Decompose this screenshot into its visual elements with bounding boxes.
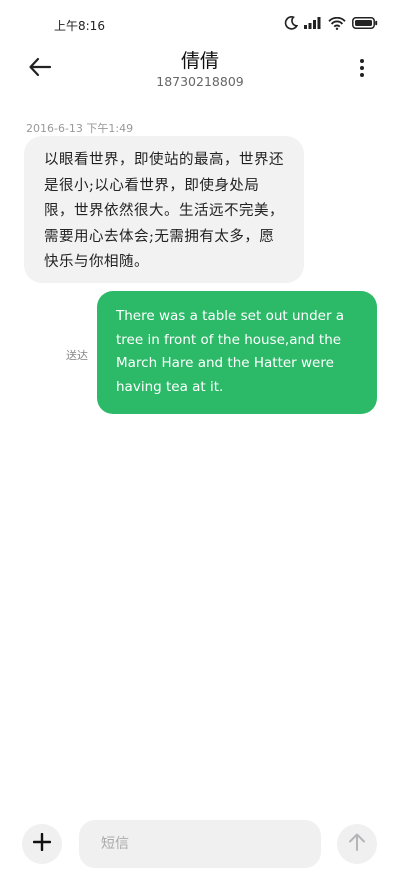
incoming-message-bubble[interactable]: 以眼看世界，即使站的最高，世界还是很小;以心看世界，即使身处局限，世界依然很大。… (24, 136, 304, 283)
message-input[interactable] (79, 820, 321, 868)
send-button[interactable] (337, 824, 377, 864)
incoming-message-text: 以眼看世界，即使站的最高，世界还是很小;以心看世界，即使身处局限，世界依然很大。… (44, 152, 284, 270)
outgoing-message-text: There was a table set out under a tree i… (116, 308, 345, 395)
delivery-status: 送达 (66, 349, 88, 362)
message-timestamp: 2016-6-13 下午1:49 (26, 122, 134, 135)
moon-icon (284, 16, 298, 30)
add-attachment-button[interactable] (22, 824, 62, 864)
compose-bar (0, 816, 400, 872)
more-vertical-icon (359, 58, 365, 82)
battery-icon (352, 17, 378, 29)
plus-icon (32, 832, 52, 855)
contact-name: 倩倩 (180, 50, 219, 72)
more-options-button[interactable] (348, 56, 376, 84)
status-time: 上午8:16 (54, 19, 105, 33)
contact-number: 18730218809 (156, 74, 244, 89)
wifi-icon (328, 16, 346, 30)
conversation-header: 倩倩 18730218809 (0, 40, 400, 100)
signal-icon (304, 17, 322, 29)
status-icons (284, 16, 378, 30)
arrow-up-icon (348, 832, 366, 856)
outgoing-message-bubble[interactable]: There was a table set out under a tree i… (97, 291, 377, 414)
